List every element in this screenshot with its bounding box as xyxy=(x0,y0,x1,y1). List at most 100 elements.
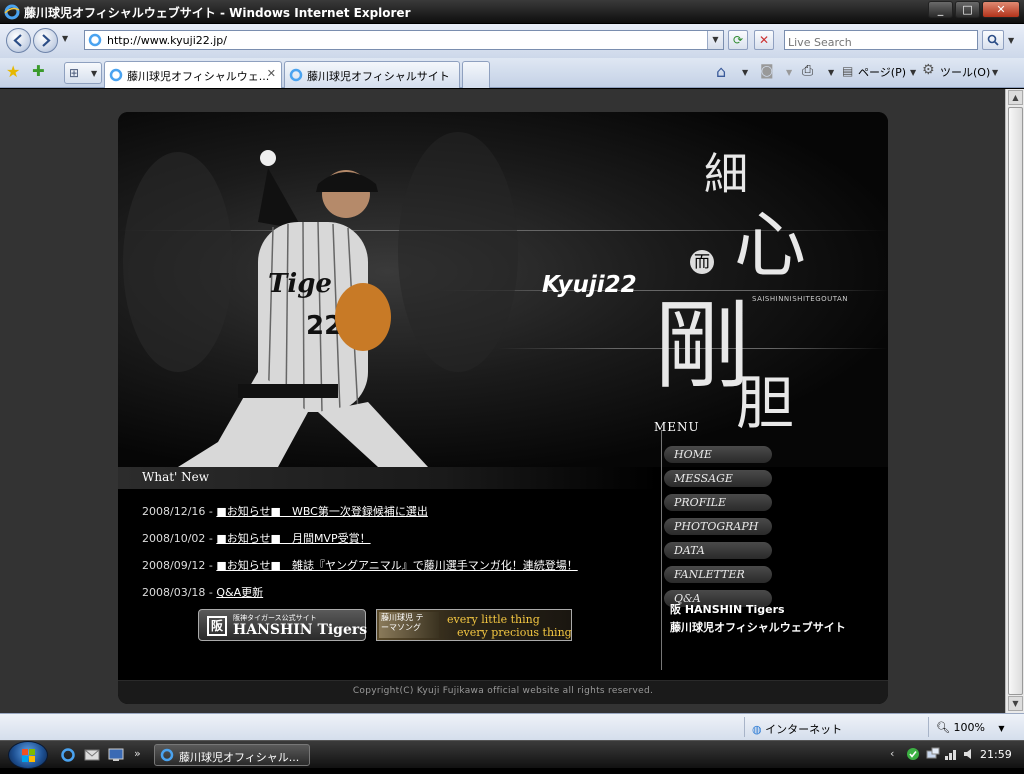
address-field[interactable]: http://www.kyuji22.jp/ ▼ xyxy=(84,30,724,50)
scroll-down-button[interactable]: ▼ xyxy=(1008,696,1023,711)
page-favicon-icon xyxy=(88,33,102,47)
news-item: 2008/09/12 - ■お知らせ■ 雑誌『ヤングアニマル』で藤川選手マンガ化… xyxy=(142,557,578,573)
add-favorites-icon[interactable]: ✚ xyxy=(32,62,45,80)
quick-tabs-icon: ⊞ xyxy=(69,66,80,80)
page-viewport: Tige 22 Kyuji22 細 心 而 剛 胆 SAISHINNISHITE… xyxy=(0,89,1005,713)
minimize-button[interactable]: _ xyxy=(928,1,953,18)
window-title: 藤川球児オフィシャルウェブサイト - Windows Internet Expl… xyxy=(24,6,411,20)
quick-tabs-button[interactable]: ⊞ ▼ xyxy=(64,62,102,84)
print-icon[interactable]: ⎙ xyxy=(802,63,813,79)
page-menu[interactable]: ページ(P) xyxy=(858,64,906,80)
hero-image: Tige 22 Kyuji22 細 心 而 剛 胆 SAISHINNISHITE… xyxy=(118,112,888,467)
menu-data[interactable]: DATA xyxy=(664,542,772,559)
quicklaunch-desktop-icon[interactable] xyxy=(108,747,124,763)
page-menu-dropdown-icon[interactable]: ▼ xyxy=(910,68,916,77)
zoom-level: 100% xyxy=(953,721,985,734)
taskbar-clock[interactable]: 21:59 xyxy=(980,748,1012,761)
zoom-dropdown-icon[interactable]: ▼ xyxy=(998,724,1004,733)
tab-current-label: 藤川球児オフィシャルウェ... xyxy=(127,70,270,83)
tools-gear-icon: ⚙ xyxy=(922,62,935,78)
menu-photograph[interactable]: PHOTOGRAPH xyxy=(664,518,772,535)
back-button[interactable] xyxy=(6,28,31,53)
forward-button[interactable] xyxy=(33,28,58,53)
theme-song-line2: every precious thing xyxy=(457,626,572,639)
security-zone-label: インターネット xyxy=(765,723,843,736)
tab-favicon-icon xyxy=(109,68,123,82)
hanshin-tigers-banner[interactable]: 阪 阪神タイガース公式サイト HANSHIN Tigers xyxy=(198,609,367,641)
address-dropdown-button[interactable]: ▼ xyxy=(707,31,723,49)
tools-menu-dropdown-icon[interactable]: ▼ xyxy=(992,68,998,77)
tab-current[interactable]: 藤川球児オフィシャルウェ... ✕ xyxy=(104,61,282,88)
vertical-scrollbar[interactable]: ▲ ▼ xyxy=(1005,89,1024,713)
print-dropdown-icon[interactable]: ▼ xyxy=(828,68,834,77)
refresh-button[interactable]: ⟳ xyxy=(728,30,748,50)
forward-arrow-icon xyxy=(42,34,51,47)
address-toolbar: ▼ http://www.kyuji22.jp/ ▼ ⟳ ✕ ▼ xyxy=(0,24,1024,58)
search-input[interactable] xyxy=(785,33,977,52)
taskbar: » 藤川球児オフィシャル... ‹ 21:59 xyxy=(0,740,1024,769)
menu-fanletter[interactable]: FANLETTER xyxy=(664,566,772,583)
theme-song-banner[interactable]: 藤川球児 テーマソング every little thing every pre… xyxy=(376,609,572,641)
ie-logo-icon xyxy=(4,4,20,20)
copyright-text: Copyright(C) Kyuji Fujikawa official web… xyxy=(352,686,654,696)
new-tab-button[interactable] xyxy=(462,61,490,88)
news-link[interactable]: ■お知らせ■ WBC第一次登録候補に選出 xyxy=(216,505,427,518)
home-icon[interactable]: ⌂ xyxy=(716,62,726,81)
tab-close-icon[interactable]: ✕ xyxy=(267,67,276,80)
tab-second[interactable]: 藤川球児オフィシャルサイト xyxy=(284,61,460,88)
scroll-up-button[interactable]: ▲ xyxy=(1008,90,1023,105)
magnifier-icon xyxy=(987,34,999,46)
search-field[interactable] xyxy=(784,30,978,52)
theme-song-title: 藤川球児 テーマソング xyxy=(381,613,424,632)
feeds-dropdown-icon[interactable]: ▼ xyxy=(786,68,792,77)
close-button[interactable]: ✕ xyxy=(982,1,1020,18)
zoom-control[interactable]: 🔍︎ 100% ▼ xyxy=(936,721,1005,734)
menu-profile[interactable]: PROFILE xyxy=(664,494,772,511)
hanshin-credit-title: 阪 HANSHIN Tigers xyxy=(670,603,785,616)
news-heading: What' New xyxy=(142,470,210,484)
browser-window: 藤川球児オフィシャルウェブサイト - Windows Internet Expl… xyxy=(0,0,1024,769)
recent-pages-dropdown-icon[interactable]: ▼ xyxy=(62,34,68,43)
scroll-thumb[interactable] xyxy=(1008,107,1023,695)
taskbar-ie-window[interactable]: 藤川球児オフィシャル... xyxy=(154,744,310,766)
taskbar-ie-icon xyxy=(160,748,174,762)
news-link[interactable]: ■お知らせ■ 雑誌『ヤングアニマル』で藤川選手マンガ化！連続登場！ xyxy=(216,559,577,572)
search-button[interactable] xyxy=(982,30,1004,50)
menu-message[interactable]: MESSAGE xyxy=(664,470,772,487)
tray-wireless-icon[interactable] xyxy=(944,747,958,761)
favorites-star-icon[interactable]: ★ xyxy=(6,62,20,81)
status-separator xyxy=(928,717,929,737)
hanshin-credit[interactable]: 阪 HANSHIN Tigers 藤川球児オフィシャルウェブサイト xyxy=(670,601,846,635)
news-date: 2008/10/02 - xyxy=(142,532,213,545)
stop-button[interactable]: ✕ xyxy=(754,30,774,50)
home-dropdown-icon[interactable]: ▼ xyxy=(742,68,748,77)
tagline: SAISHINNISHITEGOUTAN xyxy=(752,295,849,303)
feeds-icon[interactable]: ◙ xyxy=(760,63,774,79)
title-bar: 藤川球児オフィシャルウェブサイト - Windows Internet Expl… xyxy=(0,0,1024,24)
maximize-button[interactable]: □ xyxy=(955,1,980,18)
menu-home[interactable]: HOME xyxy=(664,446,772,463)
quicklaunch-mail-icon[interactable] xyxy=(84,747,100,763)
quicklaunch-more-icon[interactable]: » xyxy=(134,747,141,760)
news-link[interactable]: Q&A更新 xyxy=(216,586,263,599)
tray-expand-icon[interactable]: ‹ xyxy=(890,747,894,760)
zoom-magnifier-icon: 🔍︎ xyxy=(936,721,950,734)
site-container: Tige 22 Kyuji22 細 心 而 剛 胆 SAISHINNISHITE… xyxy=(118,112,888,704)
tray-network-icon[interactable] xyxy=(926,747,940,761)
windows-logo-icon xyxy=(22,749,35,762)
tray-volume-icon[interactable] xyxy=(962,747,976,761)
kanji-tan: 胆 xyxy=(736,369,795,437)
menu-divider xyxy=(661,430,662,670)
start-button[interactable] xyxy=(8,741,48,769)
security-zone: ◍ インターネット xyxy=(752,721,842,737)
tray-security-icon[interactable] xyxy=(906,747,920,761)
news-date: 2008/12/16 - xyxy=(142,505,213,518)
quicklaunch-ie-icon[interactable] xyxy=(60,747,76,763)
status-separator xyxy=(744,717,745,737)
site-logo: Kyuji22 xyxy=(542,272,637,298)
tools-menu[interactable]: ツール(O) xyxy=(940,64,990,80)
search-options-dropdown-icon[interactable]: ▼ xyxy=(1008,36,1014,45)
news-item: 2008/12/16 - ■お知らせ■ WBC第一次登録候補に選出 xyxy=(142,503,428,519)
tab-list-dropdown-icon[interactable]: ▼ xyxy=(91,69,97,78)
news-link[interactable]: ■お知らせ■ 月間MVP受賞！ xyxy=(216,532,370,545)
